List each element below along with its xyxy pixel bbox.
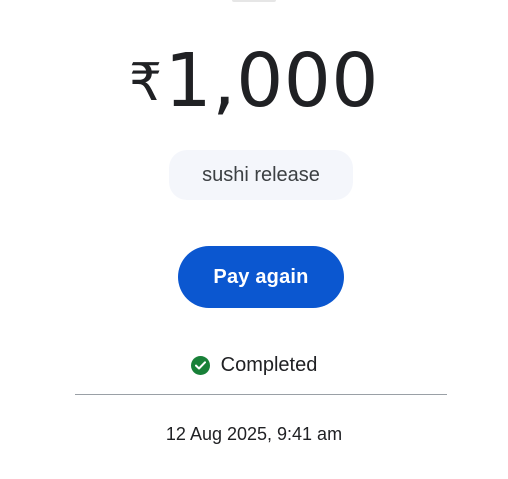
check-circle-icon [190, 356, 210, 375]
status-label: Completed [220, 354, 318, 376]
top-sheet-edge [232, 0, 276, 2]
pay-again-label: Pay again [213, 265, 309, 288]
amount-value: 1,000 [164, 38, 379, 124]
payment-note: sushi release [202, 163, 320, 186]
currency-symbol: ₹ [129, 53, 163, 113]
payment-timestamp: 12 Aug 2025, 9:41 am [165, 424, 343, 444]
pay-again-button[interactable]: Pay again [178, 246, 344, 308]
payment-status: Completed [0, 354, 508, 377]
payment-amount: ₹1,000 [0, 36, 508, 134]
payment-note-chip: sushi release [169, 150, 353, 200]
divider [75, 394, 447, 395]
